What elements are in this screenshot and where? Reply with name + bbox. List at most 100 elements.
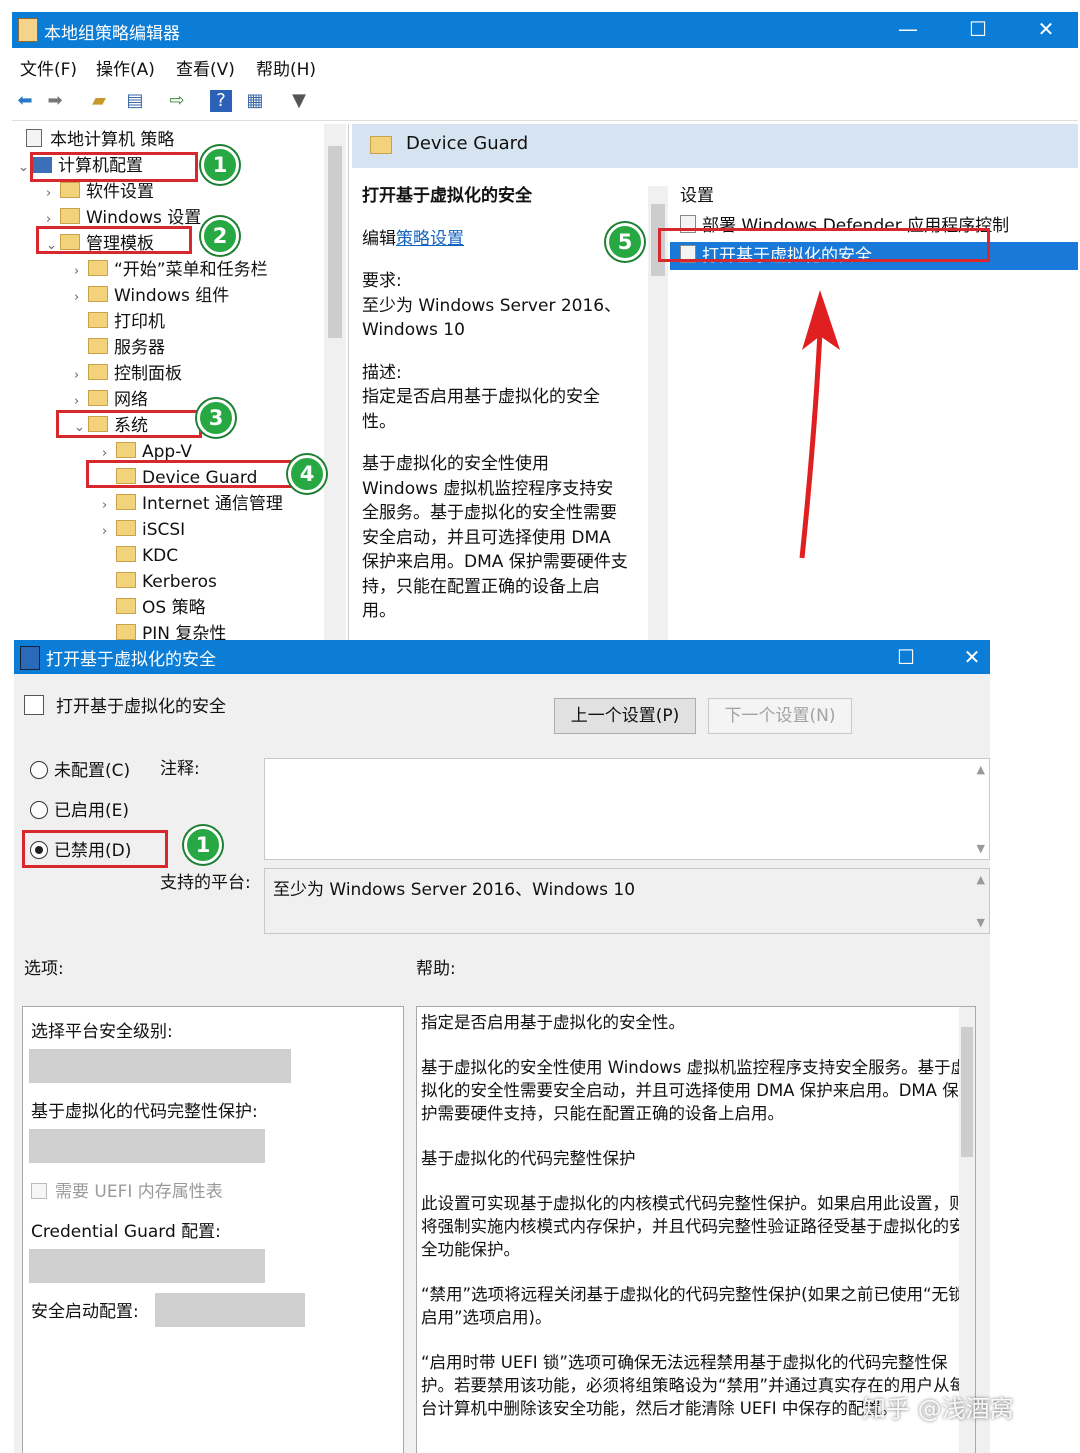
tree-scroll-thumb[interactable] [328, 146, 342, 338]
tree-windows-components-label: Windows 组件 [114, 286, 230, 306]
tree-kdc[interactable]: KDC [116, 544, 178, 568]
chevron-right-icon[interactable]: › [102, 520, 116, 544]
desc-title: 打开基于虚拟化的安全 [362, 186, 532, 206]
tree-start-menu[interactable]: › “开始”菜单和任务栏 [74, 258, 268, 282]
scroll-up-icon[interactable]: ▲ [977, 873, 985, 886]
tree-kerberos-label: Kerberos [142, 572, 217, 592]
tree-internet-comm[interactable]: › Internet 通信管理 [102, 492, 283, 516]
properties-icon[interactable]: ▦ [244, 90, 266, 112]
menu-view[interactable]: 查看(V) [176, 55, 235, 80]
next-setting-button[interactable]: 下一个设置(N) [708, 698, 852, 734]
prev-setting-button[interactable]: 上一个设置(P) [554, 698, 696, 734]
radio-not-configured[interactable]: 未配置(C) [30, 758, 130, 784]
tree-servers[interactable]: 服务器 [88, 336, 165, 360]
menu-help[interactable]: 帮助(H) [256, 55, 316, 80]
tree-network[interactable]: › 网络 [74, 388, 148, 412]
folder-icon [88, 286, 108, 302]
menu-action[interactable]: 操作(A) [96, 55, 155, 80]
back-icon[interactable]: ⬅ [14, 90, 36, 112]
filter-icon[interactable]: ▼ [288, 90, 310, 112]
export-icon[interactable]: ⇨ [166, 90, 188, 112]
code-integrity-dropdown[interactable] [29, 1129, 265, 1163]
dialog-callout-box [22, 830, 168, 868]
app-icon [18, 18, 38, 42]
menu-file[interactable]: 文件(F) [20, 55, 77, 80]
folder-icon [370, 136, 392, 154]
scroll-up-icon[interactable]: ▲ [977, 763, 985, 776]
tree-kerberos[interactable]: Kerberos [116, 570, 217, 594]
chevron-right-icon[interactable]: › [74, 286, 88, 310]
description: 描述: 指定是否启用基于虚拟化的安全性。 [362, 361, 630, 435]
tree-servers-label: 服务器 [114, 338, 165, 358]
folder-icon [116, 520, 136, 536]
help-label: 帮助: [416, 959, 456, 979]
folder-icon [88, 312, 108, 328]
platform-field: 至少为 Windows Server 2016、Windows 10 ▲ ▼ [264, 868, 990, 934]
radio-enabled[interactable]: 已启用(E) [30, 798, 129, 824]
scroll-down-icon[interactable]: ▼ [977, 916, 985, 929]
options-label: 选项: [24, 959, 64, 979]
req-text: 至少为 Windows Server 2016、Windows 10 [362, 295, 622, 341]
folder-icon [116, 598, 136, 614]
tree-root[interactable]: 本地计算机 策略 [26, 128, 174, 152]
close-button[interactable]: ✕ [1026, 16, 1066, 42]
minimize-button[interactable]: — [888, 16, 928, 42]
chevron-right-icon[interactable]: › [102, 494, 116, 518]
tree-software-settings[interactable]: › 软件设置 [46, 180, 154, 204]
comment-label: 注释: [160, 759, 200, 779]
tree-network-label: 网络 [114, 390, 148, 410]
chevron-right-icon[interactable]: › [74, 364, 88, 388]
tree-control-panel[interactable]: › 控制面板 [74, 362, 182, 386]
chevron-right-icon[interactable]: › [74, 260, 88, 284]
tree-windows-components[interactable]: › Windows 组件 [74, 284, 229, 308]
dialog-close-button[interactable]: ✕ [952, 644, 990, 670]
platform-label: 支持的平台: [160, 873, 251, 893]
settings-column-header[interactable]: 设置 [670, 182, 1078, 210]
dialog-heading-label: 打开基于虚拟化的安全 [56, 697, 226, 717]
tree-kdc-label: KDC [142, 546, 179, 566]
folder-icon [60, 182, 80, 198]
callout-badge-1: 1 [201, 146, 239, 184]
tree-root-label: 本地计算机 策略 [50, 130, 175, 150]
help-paragraph: 此设置可实现基于虚拟化的内核模式代码完整性保护。如果启用此设置，则将强制实施内核… [421, 1194, 966, 1259]
help-icon[interactable]: ? [210, 90, 232, 112]
code-integrity-label: 基于虚拟化的代码完整性保护: [31, 1102, 258, 1122]
callout-badge-5: 5 [606, 223, 644, 261]
comment-textarea[interactable]: ▲ ▼ [264, 758, 990, 860]
radio-circle[interactable] [30, 761, 48, 779]
tree-control-panel-label: 控制面板 [114, 364, 182, 384]
uefi-checkbox[interactable] [31, 1183, 47, 1199]
help-scrollbar[interactable] [959, 1007, 975, 1453]
credential-guard-dropdown[interactable] [29, 1249, 265, 1283]
req-label: 要求: [362, 271, 402, 291]
tree-iscsi-label: iSCSI [142, 520, 186, 540]
tree-os-policy[interactable]: OS 策略 [116, 596, 206, 620]
forward-icon[interactable]: ➡ [44, 90, 66, 112]
platform-level-dropdown[interactable] [29, 1049, 291, 1083]
requirements: 要求: 至少为 Windows Server 2016、Windows 10 [362, 269, 630, 343]
tree-pin-label: PIN 复杂性 [142, 624, 227, 640]
policy-icon [24, 695, 44, 715]
scroll-down-icon[interactable]: ▼ [977, 842, 985, 855]
tree-scrollbar[interactable] [324, 124, 346, 640]
secure-launch-label: 安全启动配置: [31, 1302, 139, 1322]
folder-icon [116, 494, 136, 510]
tree-iscsi[interactable]: › iSCSI [102, 518, 185, 542]
uefi-checkbox-row[interactable]: 需要 UEFI 内存属性表 [31, 1177, 223, 1202]
help-scroll-thumb[interactable] [961, 1027, 973, 1157]
tree-pin[interactable]: PIN 复杂性 [116, 622, 226, 640]
tree-printers[interactable]: 打印机 [88, 310, 165, 334]
secure-launch-dropdown[interactable] [155, 1293, 305, 1327]
show-hide-tree-icon[interactable]: ▤ [124, 90, 146, 112]
maximize-button[interactable]: ☐ [958, 16, 998, 42]
desc-text: 指定是否启用基于虚拟化的安全性。 [362, 387, 600, 432]
red-arrow-icon [799, 290, 840, 559]
title-bar: 本地组策略编辑器 — ☐ ✕ [12, 12, 1078, 48]
chevron-right-icon[interactable]: › [46, 182, 60, 206]
edit-policy-link[interactable]: 策略设置 [396, 229, 464, 249]
dialog-maximize-button[interactable]: ☐ [886, 644, 926, 670]
radio-circle[interactable] [30, 801, 48, 819]
up-folder-icon[interactable]: ▰ [88, 90, 110, 112]
options-panel: 选择平台安全级别: 基于虚拟化的代码完整性保护: 需要 UEFI 内存属性表 C… [22, 1006, 404, 1453]
toolbar: ⬅ ➡ ▰ ▤ ⇨ ? ▦ ▼ [12, 84, 1078, 121]
